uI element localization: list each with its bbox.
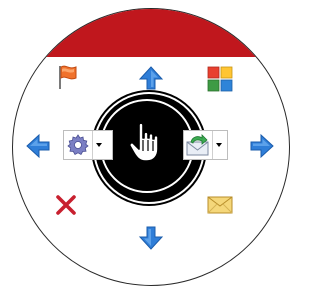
- color-tiles-icon[interactable]: [206, 65, 234, 93]
- pie-menu-header-band: [13, 9, 289, 57]
- mail-split-button[interactable]: [183, 130, 228, 160]
- settings-dropdown-toggle[interactable]: [92, 131, 105, 159]
- close-icon[interactable]: [53, 192, 79, 218]
- envelope-icon[interactable]: [206, 194, 234, 216]
- settings-split-button[interactable]: [63, 130, 113, 160]
- mail-dropdown-toggle[interactable]: [212, 131, 225, 159]
- arrow-down-icon[interactable]: [138, 225, 164, 251]
- arrow-up-icon[interactable]: [138, 65, 164, 91]
- pie-menu: [12, 8, 290, 286]
- flag-icon[interactable]: [54, 63, 80, 91]
- gear-icon: [64, 131, 92, 159]
- arrow-left-icon[interactable]: [25, 133, 51, 159]
- hand-cursor-icon: [128, 122, 159, 162]
- reply-mail-icon: [184, 131, 212, 159]
- arrow-right-icon[interactable]: [249, 133, 275, 159]
